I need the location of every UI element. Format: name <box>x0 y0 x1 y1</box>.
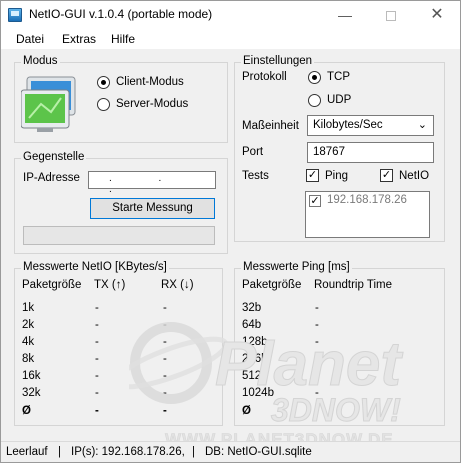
computers-icon <box>21 76 76 132</box>
ping-row-rtt: - <box>315 319 319 331</box>
app-icon <box>8 8 22 22</box>
ping-results-title: Messwerte Ping [ms] <box>241 261 352 273</box>
ping-row-size: 32b <box>242 302 262 314</box>
gegenstelle-group: Gegenstelle IP-Adresse . . . Starte Mess… <box>14 151 228 254</box>
ping-row-size: 256b <box>242 353 268 365</box>
ip-address-input[interactable]: . . . <box>88 171 216 195</box>
tcp-radio[interactable] <box>308 71 321 84</box>
start-measurement-button[interactable]: Starte Messung <box>90 198 215 219</box>
server-mode-radio[interactable] <box>97 98 110 111</box>
netio-row-size: 16k <box>22 370 41 382</box>
netio-avg-label: Ø <box>22 405 31 417</box>
hosts-listbox[interactable]: ✓ 192.168.178.26 <box>305 191 430 238</box>
netio-row-size: 4k <box>22 336 35 348</box>
netio-row-tx: - <box>95 302 99 314</box>
maximize-button[interactable] <box>368 1 414 29</box>
netio-row-tx: - <box>95 370 99 382</box>
netio-row-size: 8k <box>22 353 35 365</box>
status-separator: | <box>192 446 195 458</box>
tests-label: Tests <box>242 170 269 182</box>
ping-row-rtt: - <box>315 336 319 348</box>
masseinheit-label: Maßeinheit <box>242 120 299 132</box>
server-mode-label: Server-Modus <box>116 98 189 110</box>
close-button[interactable]: ✕ <box>414 1 460 29</box>
maximize-icon <box>386 11 396 22</box>
ping-row-size: 1024b <box>242 387 274 399</box>
netio-row-rx: - <box>163 336 167 348</box>
menu-extras[interactable]: Extras <box>62 32 96 46</box>
netio-row-size: 2k <box>22 319 35 331</box>
status-bar: Leerlauf | IP(s): 192.168.178.26, | DB: … <box>1 441 460 462</box>
netio-header-packetsize: Paketgröße <box>22 279 82 291</box>
netio-header-rx: RX (↓) <box>161 279 194 291</box>
port-label: Port <box>242 146 264 158</box>
menu-datei[interactable]: Datei <box>16 32 44 46</box>
ping-row-rtt: - <box>315 370 319 382</box>
udp-radio[interactable] <box>308 94 321 107</box>
netio-label: NetIO <box>399 170 430 182</box>
window-title: NetIO-GUI v.1.0.4 (portable mode) <box>29 7 213 21</box>
ping-row-size: 512b <box>242 370 268 382</box>
netio-row-rx: - <box>163 353 167 365</box>
ping-avg-label: Ø <box>242 405 251 417</box>
ping-label: Ping <box>325 170 349 182</box>
ping-results-group: Messwerte Ping [ms] Paketgröße Roundtrip… <box>234 261 445 426</box>
netio-row-tx: - <box>95 387 99 399</box>
masseinheit-value: Kilobytes/Sec <box>313 119 383 131</box>
menu-hilfe[interactable]: Hilfe <box>111 32 135 46</box>
check-icon: ✓ <box>381 169 392 181</box>
tcp-label: TCP <box>327 71 350 83</box>
netio-row-rx: - <box>163 387 167 399</box>
ping-checkbox[interactable]: ✓ <box>306 169 319 182</box>
ping-avg-rtt: - <box>315 405 319 417</box>
status-ips: IP(s): 192.168.178.26, <box>71 446 185 458</box>
ping-row-rtt: - <box>315 302 319 314</box>
ping-row-rtt: - <box>315 387 319 399</box>
netio-row-size: 1k <box>22 302 35 314</box>
netio-row-rx: - <box>163 302 167 314</box>
ping-header-roundtrip: Roundtrip Time <box>314 279 392 291</box>
netio-results-title: Messwerte NetIO [KBytes/s] <box>21 261 169 273</box>
netio-header-tx: TX (↑) <box>94 279 126 291</box>
netio-checkbox[interactable]: ✓ <box>380 169 393 182</box>
ping-header-packetsize: Paketgröße <box>242 279 302 291</box>
client-mode-label: Client-Modus <box>116 76 184 88</box>
app-window: NetIO-GUI v.1.0.4 (portable mode) — ✕ Da… <box>0 0 461 463</box>
masseinheit-select[interactable]: Kilobytes/Sec ⌄ <box>307 115 434 136</box>
host-checkbox[interactable]: ✓ <box>309 195 321 207</box>
einstellungen-group-title: Einstellungen <box>241 55 315 67</box>
netio-row-size: 32k <box>22 387 41 399</box>
check-icon: ✓ <box>310 195 320 207</box>
netio-row-tx: - <box>95 353 99 365</box>
status-state: Leerlauf <box>6 446 48 458</box>
status-db: DB: NetIO-GUI.sqlite <box>205 446 312 458</box>
modus-group: Modus Client-Modus Server-Modus <box>14 55 228 143</box>
minimize-button[interactable]: — <box>322 1 368 29</box>
netio-row-tx: - <box>95 319 99 331</box>
check-icon: ✓ <box>307 169 318 181</box>
ping-row-size: 64b <box>242 319 262 331</box>
menu-bar: Datei Extras Hilfe <box>1 29 460 49</box>
ping-row-size: 128b <box>242 336 268 348</box>
protokoll-label: Protokoll <box>242 71 287 83</box>
netio-results-group: Messwerte NetIO [KBytes/s] Paketgröße TX… <box>14 261 223 426</box>
measurement-progress-bar <box>23 226 215 245</box>
host-ip-item[interactable]: 192.168.178.26 <box>327 194 407 206</box>
ping-row-rtt: - <box>315 353 319 365</box>
netio-row-rx: - <box>163 370 167 382</box>
port-input[interactable]: 18767 <box>307 142 434 163</box>
netio-row-rx: - <box>163 319 167 331</box>
chevron-down-icon: ⌄ <box>417 119 427 131</box>
status-separator: | <box>58 446 61 458</box>
netio-avg-tx: - <box>95 405 99 417</box>
einstellungen-group: Einstellungen Protokoll TCP UDP Maßeinhe… <box>234 55 445 242</box>
udp-label: UDP <box>327 94 352 106</box>
modus-group-title: Modus <box>21 55 60 67</box>
title-bar: NetIO-GUI v.1.0.4 (portable mode) — ✕ <box>1 1 460 29</box>
ip-address-label: IP-Adresse <box>23 172 80 184</box>
client-mode-radio[interactable] <box>97 76 110 89</box>
netio-row-tx: - <box>95 336 99 348</box>
netio-avg-rx: - <box>163 405 167 417</box>
gegenstelle-group-title: Gegenstelle <box>21 151 87 163</box>
